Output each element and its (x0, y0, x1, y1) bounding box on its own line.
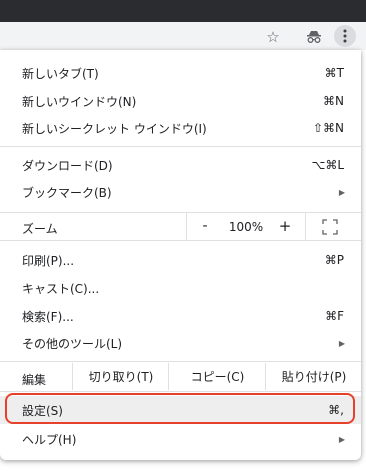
star-icon[interactable]: ☆ (263, 27, 283, 47)
incognito-icon[interactable] (304, 27, 324, 47)
kebab-menu-icon[interactable] (334, 25, 356, 47)
menu-item-shortcut: ⌘T (324, 66, 344, 80)
menu-divider (0, 361, 361, 362)
fullscreen-icon[interactable] (322, 219, 338, 235)
menu-item-label: 新しいタブ(T) (22, 66, 99, 81)
menu-item-new-incognito-window[interactable]: 新しいシークレット ウインドウ(I) ⇧⌘N (0, 114, 361, 142)
menu-item-label: ヘルプ(H) (22, 432, 77, 447)
menu-item-shortcut: ⌘P (324, 253, 344, 267)
incognito-glyph (307, 31, 321, 43)
zoom-in-button[interactable]: + (277, 217, 293, 235)
menu-item-find[interactable]: 検索(F)... ⌘F (0, 302, 361, 330)
edit-control-row: 編集 切り取り(T) コピー(C) 貼り付け(P) (0, 363, 361, 390)
menu-divider (0, 391, 361, 392)
menu-item-label: キャスト(C)... (22, 281, 100, 296)
zoom-label: ズーム (22, 222, 58, 236)
kebab-dots (343, 29, 347, 43)
menu-item-bookmarks[interactable]: ブックマーク(B) ▶ (0, 178, 361, 206)
menu-item-cast[interactable]: キャスト(C)... (0, 274, 361, 302)
menu-item-label: 検索(F)... (22, 309, 74, 324)
paste-button-label: 貼り付け(P) (281, 370, 347, 384)
browser-toolbar: ☆ (0, 22, 366, 50)
chrome-main-menu: 新しいタブ(T) ⌘T 新しいウインドウ(N) ⌘N 新しいシークレット ウイン… (0, 50, 361, 460)
browser-tab-strip (0, 0, 366, 22)
menu-item-label: 設定(S) (22, 403, 63, 418)
menu-item-label: ダウンロード(D) (22, 158, 113, 173)
copy-button[interactable]: コピー(C) (168, 363, 266, 390)
menu-item-shortcut: ⌘F (325, 309, 344, 323)
zoom-controls: - 100% + (186, 213, 306, 240)
menu-item-shortcut: ⌘, (328, 403, 344, 417)
paste-button[interactable]: 貼り付け(P) (265, 363, 362, 390)
menu-item-label: 印刷(P)... (22, 253, 75, 268)
cut-button[interactable]: 切り取り(T) (72, 363, 169, 390)
cut-button-label: 切り取り(T) (88, 370, 154, 384)
menu-item-help[interactable]: ヘルプ(H) ▶ (0, 425, 361, 453)
menu-item-downloads[interactable]: ダウンロード(D) ⌥⌘L (0, 151, 361, 179)
zoom-out-button[interactable]: - (197, 218, 213, 234)
menu-divider (0, 240, 361, 241)
edit-label: 編集 (22, 373, 47, 387)
menu-divider (0, 146, 361, 147)
submenu-arrow-icon: ▶ (338, 338, 345, 348)
menu-item-label: ブックマーク(B) (22, 185, 112, 200)
menu-item-label: その他のツール(L) (22, 336, 123, 351)
menu-item-new-window[interactable]: 新しいウインドウ(N) ⌘N (0, 87, 361, 115)
menu-item-shortcut: ⇧⌘N (312, 121, 344, 135)
menu-item-print[interactable]: 印刷(P)... ⌘P (0, 246, 361, 274)
submenu-arrow-icon: ▶ (338, 187, 345, 197)
menu-item-new-tab[interactable]: 新しいタブ(T) ⌘T (0, 59, 361, 87)
menu-item-shortcut: ⌘N (323, 94, 344, 108)
menu-item-label: 新しいシークレット ウインドウ(I) (22, 121, 207, 136)
menu-item-more-tools[interactable]: その他のツール(L) ▶ (0, 329, 361, 357)
zoom-control-row: ズーム - 100% + (0, 213, 361, 240)
menu-item-shortcut: ⌥⌘L (311, 158, 344, 172)
submenu-arrow-icon: ▶ (338, 434, 345, 444)
copy-button-label: コピー(C) (190, 370, 245, 384)
zoom-level: 100% (228, 220, 264, 234)
menu-item-settings[interactable]: 設定(S) ⌘, (0, 396, 361, 424)
menu-item-label: 新しいウインドウ(N) (22, 94, 137, 109)
